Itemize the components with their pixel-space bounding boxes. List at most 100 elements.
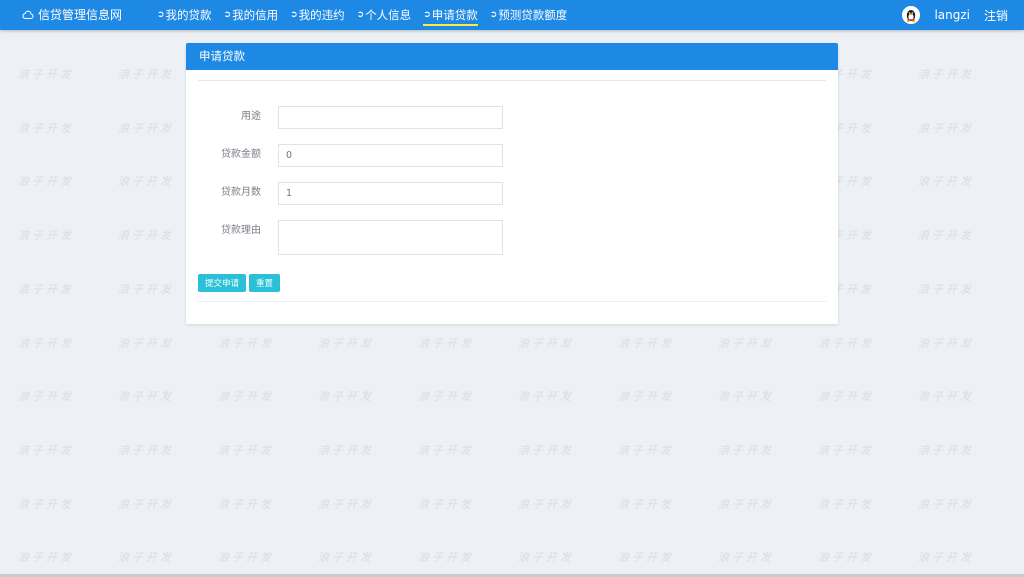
username[interactable]: langzi: [934, 8, 970, 22]
watermark-text: 浪子开发: [318, 551, 374, 565]
watermark-text: 浪子开发: [718, 390, 774, 404]
circle-arrow-icon: ➲: [356, 10, 365, 20]
watermark-text: 浪子开发: [818, 497, 874, 511]
watermark-text: 浪子开发: [918, 121, 974, 135]
cloud-icon: [22, 10, 34, 19]
watermark-text: 浪子开发: [18, 175, 74, 189]
watermark-text: 浪子开发: [318, 497, 374, 511]
watermark-text: 浪子开发: [118, 282, 174, 296]
watermark-text: 浪子开发: [518, 390, 574, 404]
watermark-text: 浪子开发: [118, 175, 174, 189]
watermark-text: 浪子开发: [918, 551, 974, 565]
watermark-text: 浪子开发: [218, 336, 274, 350]
nav-item-personal-info[interactable]: ➲ 个人信息: [357, 0, 412, 30]
reset-button[interactable]: 重置: [249, 274, 281, 292]
circle-arrow-icon: ➲: [489, 10, 498, 20]
watermark-text: 浪子开发: [918, 175, 974, 189]
watermark-text: 浪子开发: [918, 497, 974, 511]
watermark-text: 浪子开发: [118, 336, 174, 350]
watermark-text: 浪子开发: [18, 121, 74, 135]
watermark-text: 浪子开发: [918, 336, 974, 350]
watermark-text: 浪子开发: [218, 390, 274, 404]
watermark-text: 浪子开发: [818, 390, 874, 404]
watermark-text: 浪子开发: [18, 68, 74, 81]
divider: [198, 301, 826, 302]
submit-button[interactable]: 提交申请: [198, 274, 247, 292]
months-label: 贷款月数: [221, 187, 261, 198]
watermark-text: 浪子开发: [418, 497, 474, 511]
watermark-text: 浪子开发: [518, 497, 574, 511]
logout-link[interactable]: 注销: [984, 7, 1008, 24]
watermark-text: 浪子开发: [718, 336, 774, 350]
nav-item-label: 预测贷款额度: [498, 8, 568, 22]
nav-item-my-defaults[interactable]: ➲ 我的违约: [290, 0, 345, 30]
watermark-text: 浪子开发: [218, 497, 274, 511]
divider: [198, 80, 826, 81]
watermark-text: 浪子开发: [18, 229, 74, 243]
watermark-text: 浪子开发: [618, 551, 674, 565]
nav-menu: ➲ 我的贷款 ➲ 我的信用 ➲ 我的违约 ➲ 个人信息 ➲ 申请贷款 ➲ 预测贷…: [157, 0, 579, 30]
watermark-text: 浪子开发: [918, 390, 974, 404]
avatar-graphic: [902, 6, 921, 24]
circle-arrow-icon: ➲: [223, 10, 232, 20]
watermark-text: 浪子开发: [918, 282, 974, 296]
purpose-label: 用途: [241, 111, 261, 122]
nav-item-my-credit[interactable]: ➲ 我的信用: [224, 0, 279, 30]
circle-arrow-icon: ➲: [290, 10, 298, 20]
watermark-text: 浪子开发: [18, 282, 74, 296]
reason-textarea[interactable]: [278, 220, 503, 255]
nav-item-label: 我的信用: [232, 8, 279, 22]
nav-item-predict-limit[interactable]: ➲ 预测贷款额度: [490, 0, 568, 30]
reason-label: 贷款理由: [221, 225, 261, 236]
watermark-text: 浪子开发: [318, 390, 374, 404]
nav-item-apply-loan[interactable]: ➲ 申请贷款: [423, 0, 478, 30]
watermark-text: 浪子开发: [418, 551, 474, 565]
brand[interactable]: 信贷管理信息网: [22, 0, 122, 30]
watermark-text: 浪子开发: [518, 336, 574, 350]
nav-item-label: 我的违约: [298, 8, 345, 22]
watermark-text: 浪子开发: [218, 443, 274, 457]
watermark-text: 浪子开发: [918, 68, 974, 81]
nav-item-label: 申请贷款: [431, 8, 478, 22]
qq-penguin-icon[interactable]: [902, 6, 921, 24]
top-navbar: 信贷管理信息网 ➲ 我的贷款 ➲ 我的信用 ➲ 我的违约 ➲ 个人信息 ➲ 申请…: [0, 0, 1024, 30]
watermark-text: 浪子开发: [618, 497, 674, 511]
nav-item-label: 我的贷款: [165, 8, 212, 22]
watermark-text: 浪子开发: [818, 336, 874, 350]
watermark-text: 浪子开发: [118, 497, 174, 511]
months-input[interactable]: [278, 182, 503, 205]
watermark-text: 浪子开发: [818, 551, 874, 565]
amount-input[interactable]: [278, 144, 503, 167]
watermark-text: 浪子开发: [118, 390, 174, 404]
watermark-text: 浪子开发: [218, 551, 274, 565]
watermark-text: 浪子开发: [918, 443, 974, 457]
purpose-input[interactable]: [278, 106, 503, 129]
nav-item-my-loans[interactable]: ➲ 我的贷款: [157, 0, 212, 30]
watermark-text: 浪子开发: [618, 336, 674, 350]
watermark-text: 浪子开发: [18, 336, 74, 350]
user-area: langzi 注销: [902, 0, 1008, 30]
watermark-text: 浪子开发: [18, 390, 74, 404]
watermark-text: 浪子开发: [118, 121, 174, 135]
watermark-text: 浪子开发: [418, 443, 474, 457]
nav-item-label: 个人信息: [365, 8, 412, 22]
watermark-text: 浪子开发: [318, 336, 374, 350]
watermark-text: 浪子开发: [718, 551, 774, 565]
watermark-text: 浪子开发: [118, 229, 174, 243]
watermark-text: 浪子开发: [418, 336, 474, 350]
watermark-text: 浪子开发: [718, 497, 774, 511]
watermark-text: 浪子开发: [118, 443, 174, 457]
watermark-text: 浪子开发: [518, 443, 574, 457]
amount-label: 贷款金额: [221, 149, 261, 160]
watermark-text: 浪子开发: [618, 443, 674, 457]
watermark-text: 浪子开发: [418, 390, 474, 404]
watermark-text: 浪子开发: [18, 443, 74, 457]
watermark-text: 浪子开发: [118, 68, 174, 81]
watermark-text: 浪子开发: [818, 443, 874, 457]
watermark-text: 浪子开发: [618, 390, 674, 404]
card-header: 申请贷款: [186, 43, 838, 70]
brand-title: 信贷管理信息网: [38, 8, 123, 22]
circle-arrow-icon: ➲: [157, 10, 165, 20]
circle-arrow-icon: ➲: [423, 10, 431, 20]
watermark-text: 浪子开发: [118, 551, 174, 565]
